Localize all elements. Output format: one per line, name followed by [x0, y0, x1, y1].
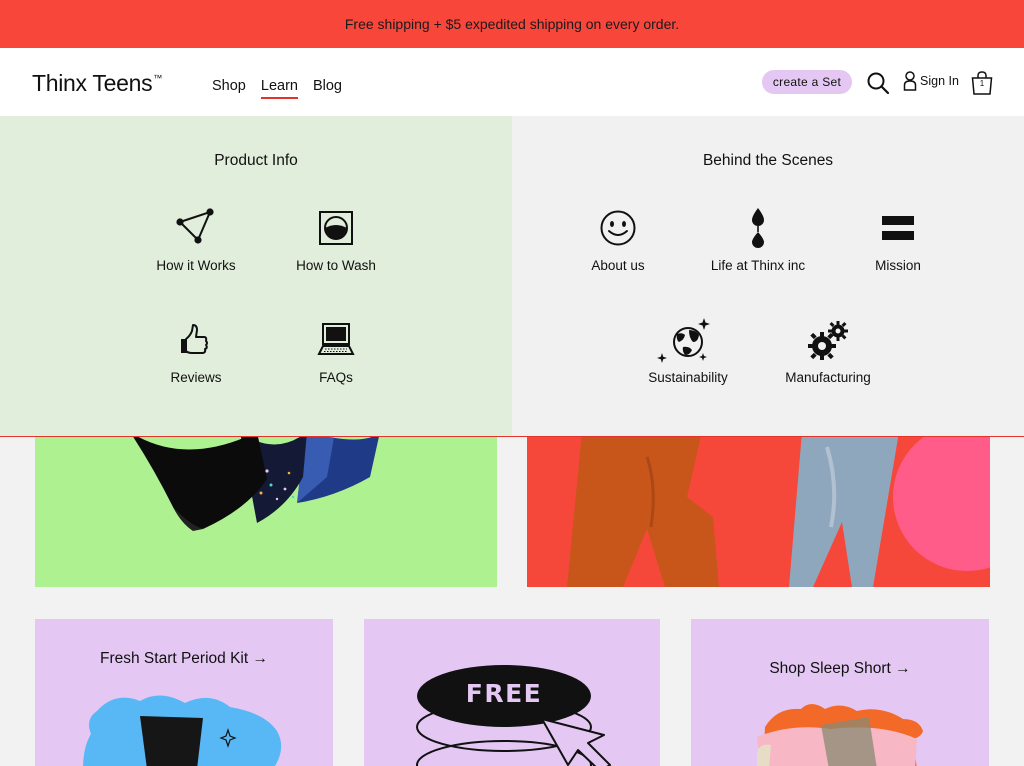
nav-learn[interactable]: Learn	[260, 78, 298, 99]
menu-item-how-it-works-label: How it Works	[156, 258, 236, 273]
menu-item-how-to-wash[interactable]: How to Wash	[266, 208, 406, 273]
washing-machine-icon	[319, 211, 353, 245]
menu-item-manufacturing-label: Manufacturing	[785, 370, 871, 385]
globe-sparkle-icon	[657, 318, 710, 363]
promo-banner-text: Free shipping + $5 expedited shipping on…	[344, 16, 680, 32]
sleep-short-illustration	[757, 704, 923, 766]
hero-image-underwear[interactable]	[35, 437, 497, 587]
behind-the-scenes-heading: Behind the Scenes	[702, 152, 834, 169]
hero-image-model[interactable]	[527, 437, 990, 587]
equals-icon	[882, 216, 914, 240]
logo-text: Thinx Teens	[32, 70, 153, 96]
menu-item-manufacturing[interactable]: Manufacturing	[758, 320, 898, 385]
product-info-heading: Product Info	[214, 152, 298, 169]
laptop-icon	[317, 323, 355, 355]
menu-item-faqs-label: FAQs	[319, 370, 353, 385]
menu-item-about-us[interactable]: About us	[548, 208, 688, 273]
underwear-illustration	[133, 437, 379, 531]
cart-button[interactable]: 1	[970, 70, 994, 96]
menu-item-about-us-label: About us	[591, 258, 645, 273]
cart-count: 1	[979, 79, 985, 88]
product-info-panel: Product Info How it Works How to Wash Re…	[0, 116, 512, 436]
menu-item-life-at-thinx-label: Life at Thinx inc	[710, 258, 806, 273]
free-badge-text: FREE	[465, 679, 543, 708]
menu-item-how-it-works[interactable]: How it Works	[126, 208, 266, 273]
nav-blog[interactable]: Blog	[313, 78, 342, 99]
logo-trademark: ™	[153, 73, 162, 83]
drops-icon	[752, 208, 764, 248]
menu-item-mission-label: Mission	[875, 258, 921, 273]
nav-shop[interactable]: Shop	[212, 78, 246, 99]
menu-item-reviews[interactable]: Reviews	[126, 320, 266, 385]
main-nav: Shop Learn Blog	[212, 78, 342, 99]
period-kit-illustration	[83, 695, 282, 766]
sign-in-label: Sign In	[920, 74, 959, 88]
triangle-nodes-icon	[176, 208, 214, 244]
gears-icon	[808, 321, 848, 360]
search-icon[interactable]	[866, 71, 890, 95]
card-fresh-start-kit[interactable]: Fresh Start Period Kit →	[35, 619, 333, 766]
promo-banner: Free shipping + $5 expedited shipping on…	[0, 0, 1024, 48]
menu-item-how-to-wash-label: How to Wash	[296, 258, 376, 273]
menu-item-life-at-thinx[interactable]: Life at Thinx inc	[688, 208, 828, 273]
user-icon	[903, 71, 917, 91]
smiley-icon	[600, 210, 636, 246]
menu-item-faqs[interactable]: FAQs	[266, 320, 406, 385]
thumbs-up-icon	[181, 324, 208, 354]
menu-item-mission[interactable]: Mission	[828, 208, 968, 273]
behind-the-scenes-panel: Behind the Scenes About us Life at Thinx…	[512, 116, 1024, 436]
create-set-button[interactable]: create a Set	[762, 70, 852, 94]
menu-item-reviews-label: Reviews	[170, 370, 222, 385]
card-free-offer[interactable]: FREE	[364, 619, 660, 766]
model-legs-photo	[567, 437, 990, 587]
site-header: Thinx Teens™ Shop Learn Blog create a Se…	[0, 48, 1024, 116]
card-sleep-short[interactable]: Shop Sleep Short →	[691, 619, 989, 766]
sign-in-link[interactable]: Sign In	[903, 71, 959, 91]
learn-mega-menu: Product Info How it Works How to Wash Re…	[0, 116, 1024, 437]
logo[interactable]: Thinx Teens™	[32, 70, 162, 97]
menu-item-sustainability[interactable]: Sustainability	[618, 318, 758, 385]
menu-item-sustainability-label: Sustainability	[648, 370, 728, 385]
